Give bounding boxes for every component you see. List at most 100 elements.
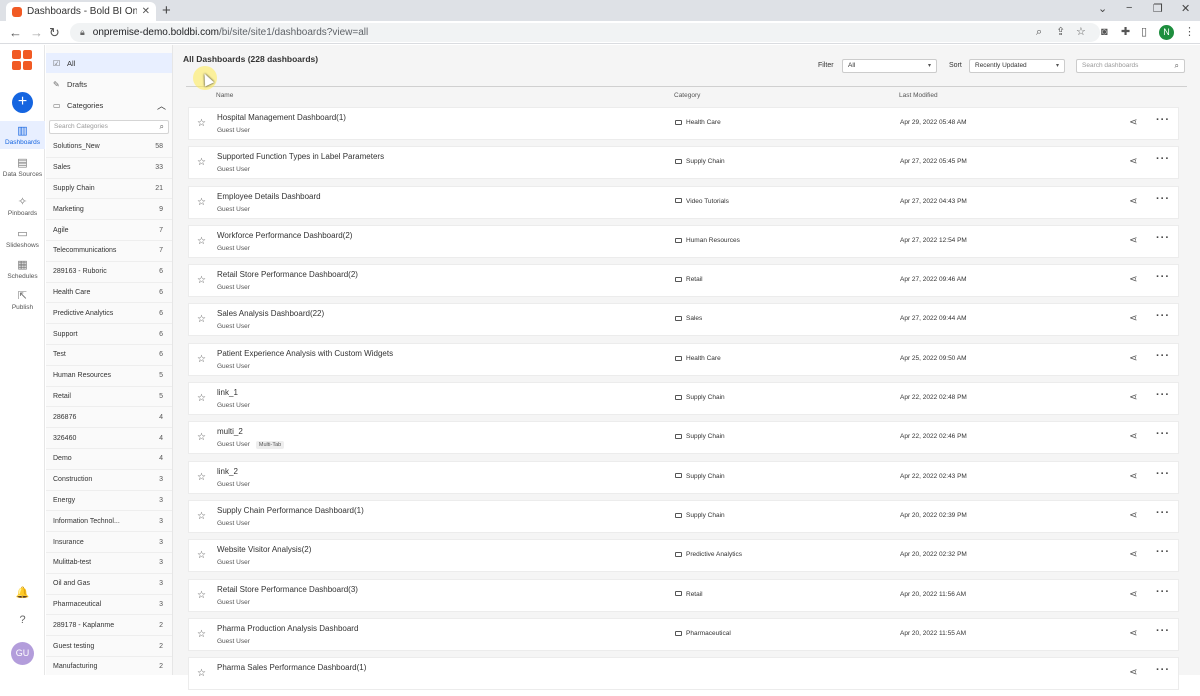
share-icon[interactable]: ⋖ (1129, 628, 1137, 639)
zoom-icon[interactable]: ⌕ (1036, 26, 1042, 39)
window-close-icon[interactable]: ✕ (1181, 2, 1190, 15)
share-icon[interactable]: ⋖ (1129, 353, 1137, 364)
browser-tab[interactable]: Dashboards - Bold BI On-Premise ✕ (6, 2, 156, 21)
reload-icon[interactable]: ↻ (49, 25, 60, 40)
category-item[interactable]: Retail 5 (46, 387, 172, 408)
profile-avatar[interactable]: N (1159, 25, 1174, 40)
rail-item-slideshows[interactable]: ▭ Slideshows (0, 226, 45, 254)
dashboard-name[interactable]: Supply Chain Performance Dashboard(1) (217, 506, 364, 515)
chevron-up-icon[interactable]: ︿ (157, 99, 166, 112)
dashboard-name[interactable]: Employee Details Dashboard (217, 192, 321, 201)
category-item[interactable]: Pharmaceutical 3 (46, 595, 172, 616)
category-item[interactable]: Supply Chain 21 (46, 179, 172, 200)
favorite-star-icon[interactable]: ☆ (197, 550, 206, 561)
more-options-icon[interactable]: ··· (1156, 625, 1170, 637)
more-options-icon[interactable]: ··· (1156, 547, 1170, 558)
notifications-bell-icon[interactable]: 🔔 (0, 586, 45, 599)
sort-select[interactable]: Recently Updated ▾ (969, 59, 1065, 73)
url-field[interactable]: 🔒︎ onpremise-demo.boldbi.com/bi/site/sit… (70, 23, 1100, 42)
browser-menu-icon[interactable]: ⋮ (1184, 26, 1195, 39)
share-icon[interactable]: ⋖ (1129, 117, 1137, 128)
more-options-icon[interactable]: ··· (1156, 507, 1170, 519)
dashboard-name[interactable]: link_1 (217, 388, 238, 397)
dashboard-row[interactable]: ☆ Retail Store Performance Dashboard(2) Gu… (188, 264, 1179, 298)
dashboard-row[interactable]: ☆ multi_2 Guest User Multi-Tab Supply Chain A… (188, 421, 1179, 455)
dashboard-row[interactable]: ☆ link_2 Guest User Supply Chain Apr 22, 202… (188, 460, 1179, 494)
forward-icon[interactable]: → (30, 25, 43, 40)
search-icon[interactable]: ⌕ (1175, 61, 1179, 71)
more-options-icon[interactable]: ··· (1156, 115, 1170, 126)
category-item[interactable]: Oil and Gas 3 (46, 574, 172, 595)
more-options-icon[interactable]: ··· (1156, 390, 1170, 401)
share-icon[interactable]: ⋖ (1129, 196, 1137, 207)
share-icon[interactable]: ⋖ (1129, 431, 1137, 442)
back-icon[interactable]: ← (9, 25, 22, 40)
dashboard-row[interactable]: ☆ Workforce Performance Dashboard(2) Guest… (188, 224, 1179, 258)
dashboard-name[interactable]: Pharma Production Analysis Dashboard (217, 624, 358, 633)
share-icon[interactable]: ⋖ (1129, 156, 1137, 167)
rail-item-schedules[interactable]: ▦ Schedules (0, 257, 45, 285)
category-item[interactable]: Health Care 6 (46, 283, 172, 304)
dashboard-row[interactable]: ☆ Supply Chain Performance Dashboard(1) Gu… (188, 499, 1179, 533)
dashboard-row[interactable]: ☆ Retail Store Performance Dashboard(3) Gu… (188, 578, 1179, 612)
dashboard-row[interactable]: ☆ Employee Details Dashboard Guest User Vid… (188, 185, 1179, 219)
category-item[interactable]: Mulittab-test 3 (46, 553, 172, 574)
category-item[interactable]: 286876 4 (46, 407, 172, 429)
more-options-icon[interactable]: ··· (1156, 350, 1170, 362)
category-item[interactable]: Test 6 (46, 345, 172, 366)
dashboard-name[interactable]: Retail Store Performance Dashboard(3) (217, 585, 358, 594)
favorite-star-icon[interactable]: ☆ (197, 511, 206, 522)
extensions-icon[interactable]: ✚ (1121, 26, 1130, 39)
dashboard-name[interactable]: Sales Analysis Dashboard(22) (217, 309, 324, 318)
category-item[interactable]: Construction 3 (46, 470, 172, 491)
dashboard-name[interactable]: multi_2 (217, 427, 243, 436)
category-item[interactable]: Manufacturing 2 (46, 657, 172, 675)
maximize-icon[interactable]: ❐ (1153, 2, 1163, 15)
favorite-star-icon[interactable]: ☆ (197, 393, 206, 404)
category-item[interactable]: Solutions_New 58 (46, 137, 172, 158)
category-item[interactable]: Energy 3 (46, 491, 172, 512)
more-options-icon[interactable]: ··· (1156, 586, 1170, 598)
dashboard-row[interactable]: ☆ Website Visitor Analysis(2) Guest User Pr… (188, 539, 1179, 573)
share-icon[interactable]: ⋖ (1129, 667, 1137, 678)
rail-item-publish[interactable]: ⇱ Publish (0, 288, 45, 316)
sidebar-item-all[interactable]: ☑ All (46, 53, 172, 73)
help-icon[interactable]: ? (0, 614, 45, 626)
share-icon[interactable]: ⋖ (1129, 510, 1137, 521)
more-options-icon[interactable]: ··· (1156, 193, 1170, 205)
dashboard-row[interactable]: ☆ Supported Function Types in Label Param… (188, 146, 1179, 180)
favorite-star-icon[interactable]: ☆ (197, 354, 206, 365)
sidebar-item-drafts[interactable]: ✎ Drafts (46, 74, 172, 94)
more-options-icon[interactable]: ··· (1156, 429, 1170, 440)
filter-select[interactable]: All ▾ (842, 59, 937, 73)
share-icon[interactable]: ⋖ (1129, 274, 1137, 285)
category-item[interactable]: Sales 33 (46, 158, 172, 179)
category-item[interactable]: 289178 - Kaplanme 2 (46, 615, 172, 637)
share-icon[interactable]: ⋖ (1129, 471, 1137, 482)
category-item[interactable]: Information Technol... 3 (46, 511, 172, 533)
favorite-star-icon[interactable]: ☆ (197, 590, 206, 601)
new-tab-button[interactable]: + (162, 2, 171, 19)
dashboard-row[interactable]: ☆ Pharma Production Analysis Dashboard Gue… (188, 617, 1179, 651)
sidebar-item-categories[interactable]: ▭ Categories ︿ (46, 95, 172, 115)
dashboard-name[interactable]: Patient Experience Analysis with Custom … (217, 349, 393, 358)
category-item[interactable]: 289163 - Ruboric 6 (46, 262, 172, 283)
dashboard-row[interactable]: ☆ Sales Analysis Dashboard(22) Guest User S… (188, 303, 1179, 337)
category-item[interactable]: 326460 4 (46, 428, 172, 449)
dashboard-name[interactable]: Pharma Sales Performance Dashboard(1) (217, 663, 366, 672)
share-icon[interactable]: ⋖ (1129, 549, 1137, 560)
dashboard-row[interactable]: ☆ link_1 Guest User Supply Chain Apr 22, 202… (188, 382, 1179, 416)
rail-item-pinboards[interactable]: ✧ Pinboards (0, 194, 45, 222)
dashboard-name[interactable]: Website Visitor Analysis(2) (217, 545, 311, 554)
share-icon[interactable]: ⋖ (1129, 313, 1137, 324)
dashboard-name[interactable]: Hospital Management Dashboard(1) (217, 113, 346, 122)
favorite-star-icon[interactable]: ☆ (197, 314, 206, 325)
favorite-star-icon[interactable]: ☆ (197, 668, 206, 679)
category-item[interactable]: Agile 7 (46, 220, 172, 241)
dashboard-name[interactable]: link_2 (217, 467, 238, 476)
minimize-icon[interactable]: − (1126, 2, 1132, 14)
category-item[interactable]: Human Resources 5 (46, 366, 172, 387)
dashboard-search-input[interactable]: Search dashboards ⌕ (1076, 59, 1185, 73)
category-search-input[interactable]: Search Categories ⌕ (49, 120, 169, 134)
favorite-star-icon[interactable]: ☆ (197, 118, 206, 129)
